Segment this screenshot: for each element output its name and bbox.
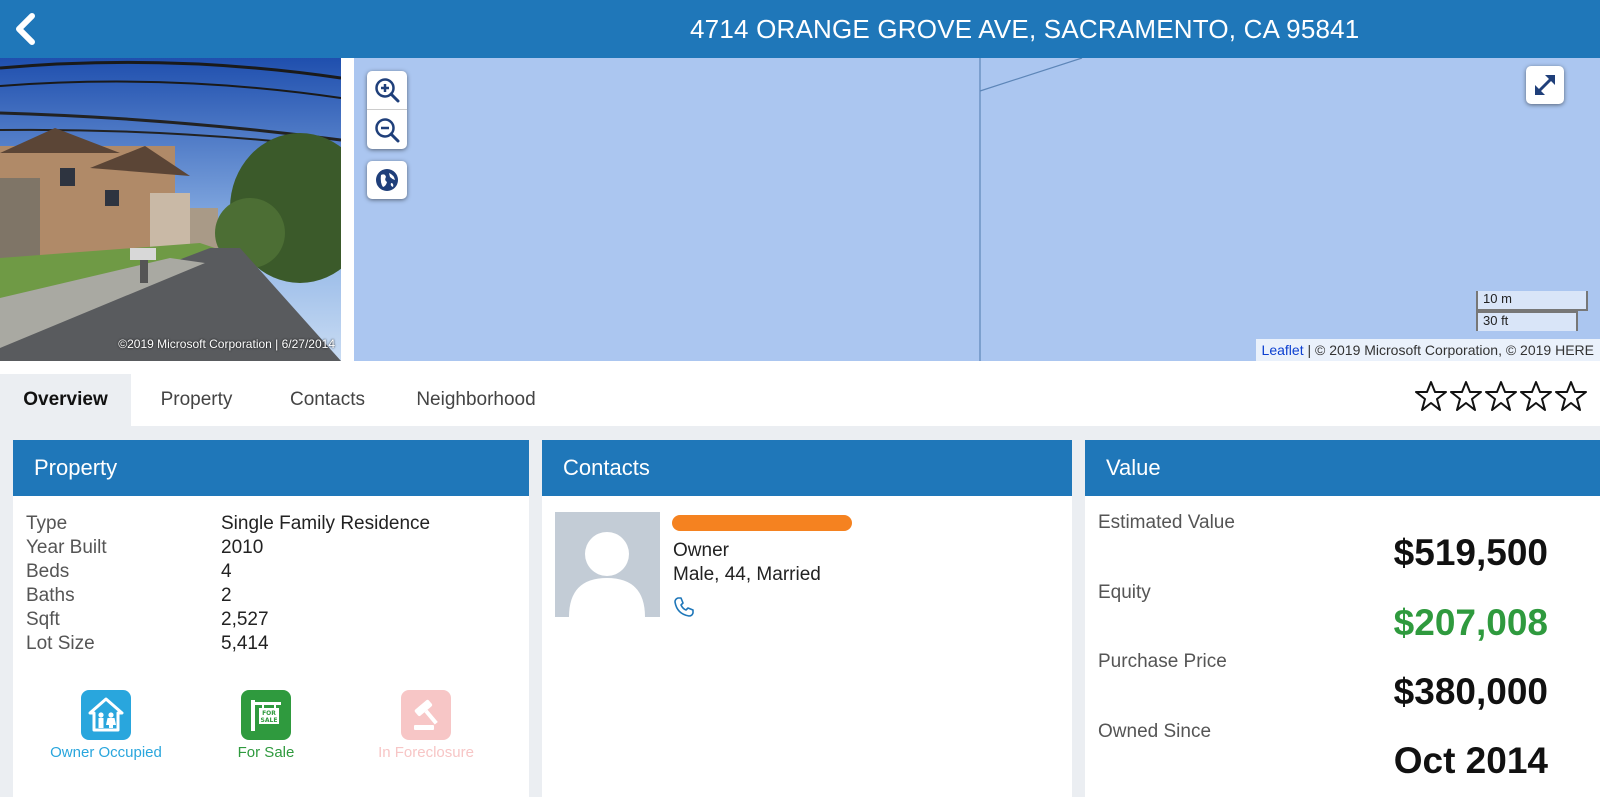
redaction-mark	[672, 515, 852, 531]
property-value: 2	[221, 585, 232, 606]
property-card: Property Type Single Family Residence Ye…	[13, 440, 529, 797]
star-icon[interactable]	[1485, 380, 1517, 412]
expand-icon[interactable]	[1526, 66, 1564, 104]
scale-metric: 10 m	[1476, 291, 1588, 311]
badge-label: For Sale	[237, 744, 295, 761]
value-amount-equity: $207,008	[1393, 602, 1548, 643]
value-label-owned-since: Owned Since	[1098, 721, 1212, 742]
badge-for-sale: FOR SALE For Sale	[191, 690, 341, 761]
tab-bar: Overview Property Contacts Neighborhood	[0, 374, 1600, 426]
chevron-left-icon[interactable]	[10, 12, 44, 46]
property-value: 4	[221, 561, 232, 582]
badge-owner-occupied: Owner Occupied	[31, 690, 181, 761]
value-label-equity: Equity	[1098, 582, 1151, 603]
gavel-icon	[401, 690, 451, 740]
leaflet-link[interactable]: Leaflet	[1262, 342, 1304, 358]
zoom-controls	[367, 71, 407, 149]
zoom-in-icon[interactable]	[367, 71, 407, 110]
page-title: 4714 ORANGE GROVE AVE, SACRAMENTO, CA 95…	[690, 14, 1360, 44]
top-bar: 4714 ORANGE GROVE AVE, SACRAMENTO, CA 95…	[0, 0, 1600, 58]
contacts-card: Contacts Owner Male, 44, Married	[542, 440, 1072, 797]
contact-role: Owner	[673, 540, 729, 561]
star-icon[interactable]	[1520, 380, 1552, 412]
house-family-icon	[81, 690, 131, 740]
star-icon[interactable]	[1415, 380, 1447, 412]
property-card-title: Property	[13, 440, 529, 496]
tab-neighborhood[interactable]: Neighborhood	[393, 374, 559, 426]
scale-imperial: 30 ft	[1476, 311, 1578, 331]
tab-property[interactable]: Property	[131, 374, 262, 426]
contact-details: Male, 44, Married	[673, 564, 821, 585]
avatar	[555, 512, 660, 617]
globe-icon[interactable]	[367, 161, 407, 199]
phone-icon[interactable]	[673, 596, 695, 623]
tab-contacts[interactable]: Contacts	[262, 374, 393, 426]
property-value: 5,414	[221, 633, 269, 654]
divider	[341, 58, 354, 361]
star-icon[interactable]	[1555, 380, 1587, 412]
value-amount-purchase-price: $380,000	[1393, 671, 1548, 712]
property-value: 2,527	[221, 609, 269, 630]
contacts-card-title: Contacts	[542, 440, 1072, 496]
zoom-out-icon[interactable]	[367, 110, 407, 149]
property-label: Baths	[26, 585, 75, 606]
badge-label: In Foreclosure	[378, 744, 474, 761]
value-amount-estimated: $519,500	[1393, 532, 1548, 573]
property-label: Year Built	[26, 537, 107, 558]
badge-label: Owner Occupied	[50, 744, 162, 761]
star-icon[interactable]	[1450, 380, 1482, 412]
value-label-estimated: Estimated Value	[1098, 512, 1235, 533]
property-label: Lot Size	[26, 633, 95, 654]
value-card-title: Value	[1085, 440, 1600, 496]
svg-text:FOR: FOR	[262, 710, 276, 717]
overview-panel: Property Type Single Family Residence Ye…	[0, 426, 1600, 797]
map[interactable]: 10 m 30 ft Leaflet | © 2019 Microsoft Co…	[354, 58, 1600, 361]
street-view-photo: ©2019 Microsoft Corporation | 6/27/2014	[0, 58, 341, 361]
property-label: Sqft	[26, 609, 60, 630]
property-value: Single Family Residence	[221, 513, 431, 534]
for-sale-sign-icon: FOR SALE	[241, 690, 291, 740]
attribution-text: | © 2019 Microsoft Corporation, © 2019 H…	[1303, 342, 1594, 358]
tab-overview[interactable]: Overview	[0, 374, 131, 426]
map-attribution: Leaflet | © 2019 Microsoft Corporation, …	[1255, 339, 1600, 361]
svg-text:SALE: SALE	[261, 717, 278, 724]
value-label-purchase-price: Purchase Price	[1098, 651, 1227, 672]
contact-name-redacted	[672, 512, 852, 536]
photo-credit: ©2019 Microsoft Corporation | 6/27/2014	[118, 337, 335, 351]
star-rating	[1415, 380, 1587, 412]
value-card: Value Estimated Value $519,500 Equity $2…	[1085, 440, 1600, 797]
property-label: Beds	[26, 561, 70, 582]
badge-in-foreclosure: In Foreclosure	[351, 690, 501, 761]
property-value: 2010	[221, 537, 264, 558]
value-amount-owned-since: Oct 2014	[1393, 740, 1548, 781]
property-label: Type	[26, 513, 68, 534]
